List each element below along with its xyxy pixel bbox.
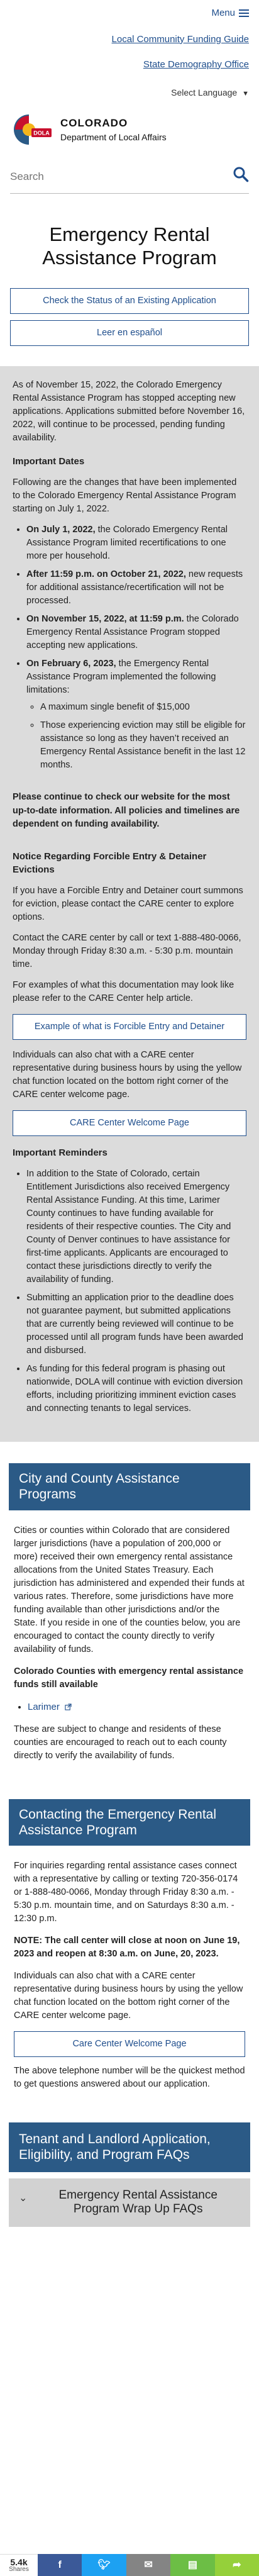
- list-item: Larimer: [28, 1700, 245, 1714]
- sms-icon: ▤: [187, 2559, 197, 2570]
- menu-button[interactable]: Menu: [211, 6, 249, 20]
- search-button[interactable]: [233, 166, 249, 187]
- care-center-welcome-button-2[interactable]: Care Center Welcome Page: [14, 2031, 245, 2058]
- city-county-heading: City and County Assistance Programs: [9, 1463, 250, 1510]
- search-input[interactable]: [10, 170, 233, 183]
- date-strong: On February 6, 2023,: [26, 659, 116, 669]
- faq-heading: Tenant and Landlord Application, Eligibi…: [9, 2122, 250, 2172]
- email-icon: ✉: [144, 2559, 153, 2570]
- counties-list: Larimer: [14, 1700, 245, 1714]
- list-item: After 11:59 p.m. on October 21, 2022, ne…: [26, 568, 246, 608]
- twitter-share-button[interactable]: 🐦︎: [82, 2554, 126, 2576]
- contact-paragraph-3: The above telephone number will be the q…: [14, 2066, 245, 2090]
- brand-text: COLORADO Department of Local Affairs: [60, 116, 167, 144]
- list-item: On February 6, 2023, the Emergency Renta…: [26, 657, 246, 772]
- share-count-label: Shares: [9, 2566, 29, 2573]
- language-select-label: Select Language: [171, 87, 238, 98]
- list-item: A maximum single benefit of $15,000: [40, 701, 246, 714]
- eviction-paragraph-1: If you have a Forcible Entry and Detaine…: [13, 886, 243, 923]
- share-count-number: 5.4k: [10, 2557, 28, 2567]
- page-title: Emergency Rental Assistance Program: [42, 223, 217, 269]
- faq-accordion-item[interactable]: ⌄ Emergency Rental Assistance Program Wr…: [9, 2178, 250, 2228]
- list-item: In addition to the State of Colorado, ce…: [26, 1168, 246, 1286]
- list-item: As funding for this federal program is p…: [26, 1363, 246, 1415]
- sms-share-button[interactable]: ▤: [170, 2554, 215, 2576]
- facebook-icon: f: [58, 2559, 62, 2570]
- important-dates-intro: Following are the changes that have been…: [13, 477, 237, 515]
- date-strong: On November 15, 2022, at 11:59 p.m.: [26, 614, 184, 625]
- utility-links: Local Community Funding Guide State Demo…: [0, 24, 259, 77]
- search-bar: [10, 162, 249, 194]
- brand-line-2: Department of Local Affairs: [60, 132, 167, 143]
- list-item: On November 15, 2022, at 11:59 p.m. the …: [26, 613, 246, 652]
- brand-header[interactable]: DOLA COLORADO Department of Local Affair…: [0, 111, 259, 162]
- search-icon: [233, 167, 249, 182]
- example-forcible-entry-button[interactable]: Example of what is Forcible Entry and De…: [13, 1014, 246, 1040]
- external-link-icon: [65, 1703, 72, 1711]
- spanish-button[interactable]: Leer en español: [10, 320, 249, 347]
- dola-badge-text: DOLA: [33, 130, 50, 137]
- share-count: 5.4k Shares: [0, 2554, 38, 2576]
- email-share-button[interactable]: ✉: [126, 2554, 171, 2576]
- contact-paragraph-2: Individuals can also chat with a CARE ce…: [14, 1971, 243, 2021]
- menu-label: Menu: [211, 8, 235, 18]
- faq-item-title: Emergency Rental Assistance Program Wrap…: [58, 2188, 218, 2216]
- contact-paragraph-1: For inquiries regarding rental assistanc…: [14, 1861, 238, 1924]
- share-bar: 5.4k Shares f 🐦︎ ✉ ▤ ➦: [0, 2554, 259, 2576]
- list-item: Submitting an application prior to the d…: [26, 1291, 246, 1358]
- eviction-paragraph-3: For examples of what this documentation …: [13, 980, 234, 1004]
- contact-heading: Contacting the Emergency Rental Assistan…: [9, 1798, 250, 1846]
- eviction-paragraph-2: Contact the CARE center by call or text …: [13, 933, 241, 970]
- check-status-button[interactable]: Check the Status of an Existing Applicat…: [10, 288, 249, 315]
- website-note: Please continue to check our website for…: [13, 792, 240, 829]
- city-county-section: Cities or counties within Colorado that …: [0, 1510, 259, 1778]
- call-center-note: NOTE: The call center will close at noon…: [14, 1936, 240, 1960]
- notice-intro: As of November 15, 2022, the Colorado Em…: [13, 380, 245, 443]
- date-strong: After 11:59 p.m. on October 21, 2022,: [26, 569, 186, 580]
- notice-panel: As of November 15, 2022, the Colorado Em…: [0, 366, 259, 1442]
- share-more-button[interactable]: ➦: [214, 2554, 259, 2576]
- top-bar: Menu: [0, 0, 259, 24]
- city-county-paragraph-1: Cities or counties within Colorado that …: [14, 1525, 245, 1654]
- twitter-icon: 🐦︎: [97, 2559, 111, 2570]
- colorado-logo-icon: DOLA: [10, 111, 54, 148]
- bottom-spacer: [0, 2233, 259, 2271]
- important-dates-list: On July 1, 2022, the Colorado Emergency …: [13, 523, 246, 772]
- reminders-list: In addition to the State of Colorado, ce…: [13, 1168, 246, 1415]
- city-county-paragraph-2: These are subject to change and resident…: [14, 1724, 227, 1761]
- list-item: On July 1, 2022, the Colorado Emergency …: [26, 523, 246, 563]
- brand-line-1: COLORADO: [60, 116, 128, 129]
- hamburger-icon: [239, 8, 249, 19]
- facebook-share-button[interactable]: f: [38, 2554, 82, 2576]
- contact-section: For inquiries regarding rental assistanc…: [0, 1846, 259, 2106]
- list-item: Those experiencing eviction may still be…: [40, 719, 246, 772]
- link-local-community-funding-guide[interactable]: Local Community Funding Guide: [10, 26, 249, 52]
- language-select[interactable]: Select Language ▼: [0, 76, 259, 111]
- important-dates-heading: Important Dates: [13, 456, 85, 467]
- page-title-wrap: Emergency Rental Assistance Program: [0, 194, 259, 282]
- link-larimer[interactable]: Larimer: [28, 1702, 60, 1712]
- still-available-heading: Colorado Counties with emergency rental …: [14, 1666, 244, 1690]
- share-icon: ➦: [233, 2559, 241, 2570]
- link-state-demography-office[interactable]: State Demography Office: [10, 52, 249, 77]
- care-center-welcome-button[interactable]: CARE Center Welcome Page: [13, 1110, 246, 1137]
- eviction-heading: Notice Regarding Forcible Entry & Detain…: [13, 850, 207, 876]
- chat-note: Individuals can also chat with a CARE ce…: [13, 1050, 242, 1100]
- date-strong: On July 1, 2022,: [26, 525, 96, 535]
- limitations-list: A maximum single benefit of $15,000 Thos…: [26, 701, 246, 772]
- reminders-heading: Important Reminders: [13, 1147, 107, 1159]
- chevron-down-icon: ▼: [242, 90, 249, 98]
- chevron-down-icon: ⌄: [19, 2192, 28, 2204]
